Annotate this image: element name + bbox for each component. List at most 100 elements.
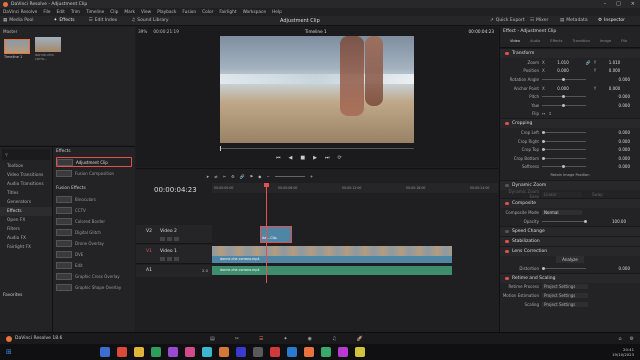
taskbar-app-icon[interactable] bbox=[304, 347, 314, 357]
menu-item[interactable]: Color bbox=[202, 10, 213, 15]
menu-item[interactable]: Workspace bbox=[243, 10, 267, 15]
param-value[interactable]: 0.000 bbox=[606, 139, 630, 144]
taskbar-app-icon[interactable] bbox=[185, 347, 195, 357]
section-lens-correction[interactable]: Lens Correction bbox=[500, 245, 640, 256]
blade-icon[interactable]: ✂ bbox=[223, 174, 226, 179]
fusion-effect[interactable]: Binoculars bbox=[56, 194, 132, 204]
close-icon[interactable]: × bbox=[631, 1, 635, 7]
toggle-icon[interactable] bbox=[505, 122, 509, 126]
taskbar-app-icon[interactable] bbox=[117, 347, 127, 357]
fusion-effect[interactable]: DVE bbox=[56, 249, 132, 259]
slider-knob[interactable] bbox=[562, 77, 565, 81]
taskbar-app-icon[interactable] bbox=[202, 347, 212, 357]
tree-item-filters[interactable]: Filters bbox=[0, 225, 52, 234]
scrubber-track[interactable] bbox=[220, 148, 414, 149]
tab-file[interactable]: File bbox=[621, 39, 627, 43]
section-speed-change[interactable]: Speed Change bbox=[500, 225, 640, 236]
taskbar-app-icon[interactable] bbox=[287, 347, 297, 357]
link-icon[interactable]: 🔗 bbox=[240, 174, 245, 179]
scrubber-playhead[interactable] bbox=[220, 146, 221, 151]
param-slider[interactable] bbox=[542, 77, 586, 81]
slider-knob[interactable] bbox=[542, 156, 545, 160]
menu-item[interactable]: Trim bbox=[71, 10, 80, 15]
menu-item[interactable]: Playback bbox=[157, 10, 176, 15]
param-slider[interactable] bbox=[542, 95, 586, 99]
minimize-icon[interactable]: – bbox=[604, 1, 607, 7]
param-slider[interactable] bbox=[542, 165, 586, 169]
play-icon[interactable]: ▶ bbox=[313, 155, 317, 161]
param-slider[interactable] bbox=[542, 103, 586, 107]
param-slider[interactable] bbox=[542, 156, 586, 160]
fusion-effect[interactable]: Edit bbox=[56, 260, 132, 270]
param-value[interactable]: 0.000 bbox=[606, 156, 630, 161]
deliver-page-icon[interactable]: 🚀 bbox=[356, 336, 362, 342]
eye-icon[interactable] bbox=[174, 257, 179, 261]
timeline-name[interactable]: Timeline 1 bbox=[305, 29, 327, 34]
menu-item[interactable]: Help bbox=[272, 10, 282, 15]
param-value[interactable]: 0.000 bbox=[606, 164, 630, 169]
menu-item[interactable]: File bbox=[43, 10, 50, 15]
auto-select-icon[interactable] bbox=[167, 257, 172, 261]
composite-mode-dropdown[interactable]: Normal bbox=[542, 210, 582, 216]
param-value[interactable]: 0.000 bbox=[606, 103, 630, 108]
maximize-icon[interactable]: □ bbox=[616, 1, 621, 7]
tab-transition[interactable]: Transition bbox=[573, 39, 590, 43]
tree-item-video-transitions[interactable]: Video Transitions bbox=[0, 171, 52, 180]
fusion-effect[interactable]: Colored Border bbox=[56, 216, 132, 226]
edit-index-button[interactable]: ☰ Edit Index bbox=[86, 16, 121, 25]
menu-item[interactable]: Edit bbox=[57, 10, 65, 15]
lock-icon[interactable] bbox=[160, 237, 165, 241]
taskbar-app-icon[interactable] bbox=[253, 347, 263, 357]
fusion-effect[interactable]: Graphic Shape Overlay bbox=[56, 282, 132, 292]
snap-icon[interactable]: ⚙ bbox=[231, 174, 235, 179]
motion-estimation-dropdown[interactable]: Project Settings bbox=[542, 293, 588, 299]
section-cropping[interactable]: Cropping bbox=[500, 118, 640, 129]
param-slider[interactable] bbox=[542, 139, 586, 143]
ease-dropdown[interactable]: Linear bbox=[542, 191, 582, 197]
taskbar-app-icon[interactable] bbox=[270, 347, 280, 357]
slider-knob[interactable] bbox=[562, 103, 565, 107]
param-value[interactable]: 0.000 bbox=[596, 68, 620, 73]
flip-horizontal-icon[interactable]: ↔ bbox=[542, 111, 545, 116]
section-composite[interactable]: Composite bbox=[500, 198, 640, 209]
param-slider[interactable] bbox=[542, 130, 586, 134]
inspector-button[interactable]: ⚙ Inspector bbox=[595, 16, 628, 25]
media-clip[interactable]: Timeline 1 bbox=[4, 39, 32, 59]
windows-start-icon[interactable]: ⊞ bbox=[6, 348, 12, 356]
tree-item-audio-transitions[interactable]: Audio Transitions bbox=[0, 180, 52, 189]
param-value[interactable]: 0.000 bbox=[606, 77, 630, 82]
media-clip[interactable]: donne-che-corro... bbox=[35, 37, 63, 61]
slider-knob[interactable] bbox=[542, 130, 545, 134]
flag-icon[interactable]: ⚑ bbox=[250, 174, 254, 179]
media-page-icon[interactable]: ▤ bbox=[210, 336, 215, 342]
lock-icon[interactable] bbox=[160, 257, 165, 261]
tab-video[interactable]: Video bbox=[510, 39, 520, 43]
zoom-in-icon[interactable]: + bbox=[310, 174, 313, 179]
skip-start-icon[interactable]: ⏮ bbox=[276, 155, 281, 161]
stop-icon[interactable]: ■ bbox=[300, 155, 305, 161]
menu-item[interactable]: Clip bbox=[110, 10, 118, 15]
loop-icon[interactable]: ⟳ bbox=[337, 155, 341, 161]
auto-select-icon[interactable] bbox=[167, 237, 172, 241]
menu-item[interactable]: View bbox=[141, 10, 151, 15]
fusion-effect[interactable]: CCTV bbox=[56, 205, 132, 215]
taskbar-app-icon[interactable] bbox=[355, 347, 365, 357]
selection-icon[interactable]: ➤ bbox=[206, 174, 209, 179]
playhead-handle[interactable] bbox=[264, 183, 269, 187]
tree-item-titles[interactable]: Titles bbox=[0, 189, 52, 198]
param-value[interactable]: 0.000 bbox=[545, 86, 568, 91]
taskbar-app-icon[interactable] bbox=[338, 347, 348, 357]
link-icon[interactable]: 🔗 bbox=[569, 60, 591, 65]
toggle-icon[interactable] bbox=[505, 183, 509, 187]
taskbar-app-icon[interactable] bbox=[134, 347, 144, 357]
eye-icon[interactable] bbox=[174, 237, 179, 241]
flip-vertical-icon[interactable]: ↕ bbox=[548, 111, 551, 116]
zoom-out-icon[interactable]: − bbox=[266, 174, 269, 179]
effects-button[interactable]: ✦ Effects bbox=[51, 16, 78, 25]
toggle-icon[interactable] bbox=[505, 239, 509, 243]
slider-knob[interactable] bbox=[542, 266, 545, 270]
slider-knob[interactable] bbox=[542, 139, 545, 143]
tree-item-audio-fx[interactable]: Audio FX bbox=[0, 234, 52, 243]
param-value[interactable]: 1.010 bbox=[545, 60, 568, 65]
tab-effects[interactable]: Effects bbox=[550, 39, 562, 43]
